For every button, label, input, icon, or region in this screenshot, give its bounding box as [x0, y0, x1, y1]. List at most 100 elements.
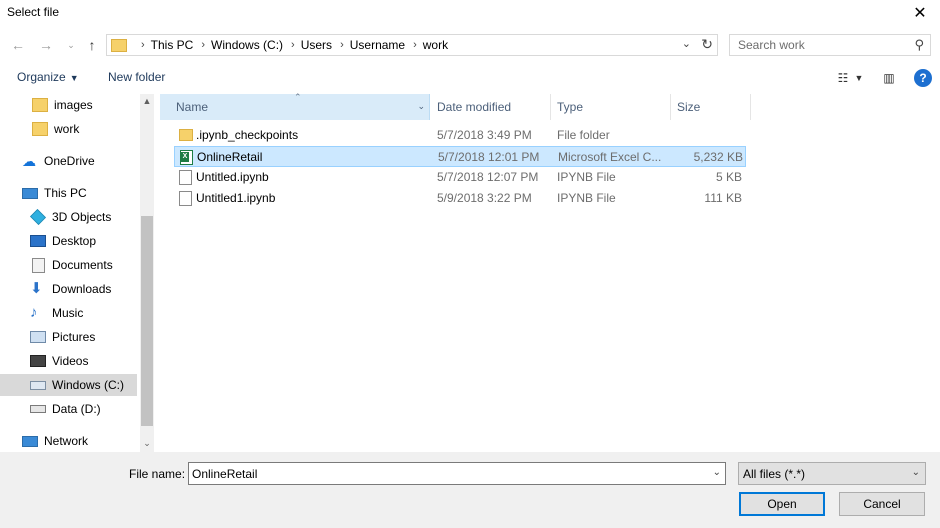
sidebar-item-label: Windows (C:) [52, 378, 125, 392]
refresh-icon[interactable]: ↻ [701, 36, 713, 53]
sidebar-item-label: Network [44, 434, 89, 448]
sidebar-item-label: Videos [52, 354, 89, 368]
cancel-button[interactable]: Cancel [839, 492, 925, 516]
sidebar-item-pictures[interactable]: Pictures [0, 326, 140, 348]
column-header-size[interactable]: Size [671, 94, 751, 120]
videos-icon [30, 355, 46, 367]
forward-arrow-icon[interactable]: → [37, 36, 55, 54]
downloads-icon: ⬇ [30, 280, 43, 297]
folder-icon [179, 129, 193, 141]
sidebar-item-videos[interactable]: Videos [0, 350, 140, 372]
sidebar-item-label: 3D Objects [52, 210, 112, 224]
search-icon[interactable]: ⚲ [914, 37, 924, 53]
drive-icon [30, 405, 46, 413]
address-bar[interactable]: › This PC › Windows (C:) › Users › Usern… [106, 34, 718, 56]
sidebar-item-label: Downloads [52, 282, 112, 296]
search-input[interactable] [738, 35, 913, 55]
change-view-icon[interactable]: ☷ [832, 68, 854, 88]
search-box[interactable]: ⚲ [729, 34, 931, 56]
help-icon[interactable]: ? [914, 69, 932, 87]
address-dropdown-icon[interactable]: ⌄ [682, 37, 691, 50]
scrollbar-thumb[interactable] [141, 216, 153, 426]
file-date: 5/9/2018 3:22 PM [437, 191, 532, 205]
computer-icon [22, 187, 38, 199]
file-size: 5,232 KB [693, 150, 743, 164]
file-name-input[interactable] [192, 463, 702, 484]
chevron-down-icon[interactable]: ⌄ [912, 467, 920, 478]
up-arrow-icon[interactable]: ↑ [83, 36, 101, 54]
column-header-label: Size [677, 100, 701, 114]
file-name-combobox[interactable]: ⌄ [188, 462, 726, 485]
breadcrumb-windows-c[interactable]: Windows (C:) [211, 38, 283, 52]
folder-icon [32, 122, 48, 136]
sort-ascending-icon: ⌃ [294, 92, 302, 102]
sidebar-item-3d-objects[interactable]: 3D Objects [0, 206, 140, 228]
chevron-down-icon[interactable]: ⌄ [713, 467, 721, 478]
breadcrumb-username[interactable]: Username [350, 38, 405, 52]
back-arrow-icon[interactable]: ← [9, 36, 27, 54]
open-button[interactable]: Open [739, 492, 825, 516]
view-controls: ☷ ▼ ▥ ? [826, 68, 932, 88]
file-row[interactable]: Untitled.ipynb 5/7/2018 12:07 PM IPYNB F… [174, 167, 746, 188]
file-row[interactable]: Untitled1.ipynb 5/9/2018 3:22 PM IPYNB F… [174, 188, 746, 209]
sidebar-scrollbar[interactable]: ▲ ⌄ [140, 94, 154, 452]
chevron-right-icon[interactable]: › [340, 39, 344, 51]
sidebar-item-label: OneDrive [44, 154, 95, 168]
file-type-select[interactable]: All files (*.*) ⌄ [738, 462, 926, 485]
sidebar-item-windows-c[interactable]: Windows (C:) [0, 374, 137, 396]
dialog-footer: File name: ⌄ All files (*.*) ⌄ Open Canc… [0, 452, 940, 528]
column-header-date[interactable]: Date modified [431, 94, 551, 120]
sidebar-item-music[interactable]: ♪ Music [0, 302, 140, 324]
view-options-caret-icon[interactable]: ▼ [854, 68, 864, 88]
breadcrumb-work[interactable]: work [423, 38, 448, 52]
sidebar-item-onedrive[interactable]: ☁ OneDrive [0, 150, 140, 172]
chevron-right-icon[interactable]: › [141, 39, 145, 51]
breadcrumb-this-pc[interactable]: This PC [151, 38, 194, 52]
file-icon [179, 170, 192, 185]
file-name: .ipynb_checkpoints [196, 128, 299, 142]
file-name: Untitled.ipynb [196, 170, 269, 184]
organize-button[interactable]: Organize ▼ [17, 70, 79, 84]
recent-locations-chevron-icon[interactable]: ⌄ [62, 36, 80, 54]
scroll-down-icon[interactable]: ⌄ [140, 438, 154, 449]
file-row[interactable]: .ipynb_checkpoints 5/7/2018 3:49 PM File… [174, 125, 746, 146]
sidebar-item-data-d[interactable]: Data (D:) [0, 398, 140, 420]
file-name: Untitled1.ipynb [196, 191, 276, 205]
sidebar-item-downloads[interactable]: ⬇ Downloads [0, 278, 140, 300]
column-header-type[interactable]: Type [551, 94, 671, 120]
file-row[interactable]: OnlineRetail 5/7/2018 12:01 PM Microsoft… [174, 146, 746, 167]
drive-icon [30, 380, 46, 390]
breadcrumb-users[interactable]: Users [301, 38, 332, 52]
file-date: 5/7/2018 12:07 PM [437, 170, 539, 184]
file-type: IPYNB File [557, 191, 616, 205]
sidebar-item-label: images [54, 98, 93, 112]
file-list: ⌃ Name ⌄ Date modified Type Size .ipynb_… [158, 92, 940, 452]
3d-objects-icon [30, 209, 46, 225]
folder-icon [32, 98, 48, 112]
chevron-right-icon[interactable]: › [413, 39, 417, 51]
chevron-right-icon[interactable]: › [291, 39, 295, 51]
file-name: OnlineRetail [197, 150, 263, 164]
pictures-icon [30, 331, 46, 343]
new-folder-button[interactable]: New folder [108, 70, 165, 84]
close-icon[interactable]: ✕ [900, 0, 940, 26]
chevron-right-icon[interactable]: › [201, 39, 205, 51]
scroll-up-icon[interactable]: ▲ [140, 96, 154, 106]
column-header-label: Date modified [437, 100, 512, 114]
sidebar-item-this-pc[interactable]: This PC [0, 182, 140, 204]
network-icon [22, 435, 38, 447]
chevron-down-icon[interactable]: ⌄ [417, 101, 425, 112]
sidebar-item-documents[interactable]: Documents [0, 254, 140, 276]
preview-pane-icon[interactable]: ▥ [878, 68, 900, 88]
navigation-bar: ← → ⌄ ↑ › This PC › Windows (C:) › Users… [0, 28, 940, 62]
sidebar-item-label: Pictures [52, 330, 96, 344]
sidebar-item-work[interactable]: work [0, 118, 140, 140]
column-header-name[interactable]: ⌃ Name ⌄ [160, 92, 430, 120]
sidebar-item-images[interactable]: images [0, 94, 140, 116]
sidebar-item-network[interactable]: Network [0, 430, 140, 452]
sidebar-item-desktop[interactable]: Desktop [0, 230, 140, 252]
folder-icon [111, 38, 127, 52]
sidebar-item-label: Music [52, 306, 84, 320]
sidebar-item-label: Data (D:) [52, 402, 101, 416]
file-type-value: All files (*.*) [743, 466, 806, 481]
